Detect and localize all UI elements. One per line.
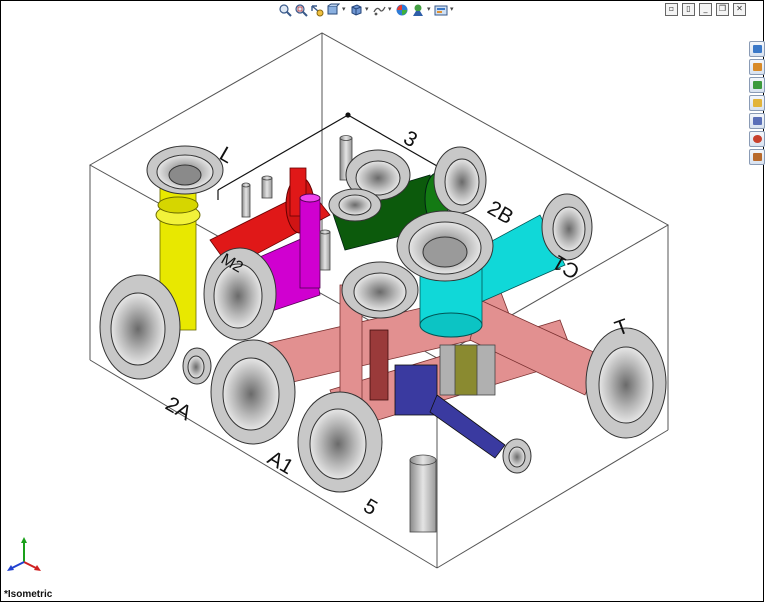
- port-label-2B: 2B: [484, 196, 518, 229]
- port-center-small: [341, 261, 419, 319]
- port-C1: [541, 193, 593, 261]
- port-2B: [433, 146, 487, 214]
- model-viewport[interactable]: L 3 2B C1 T 2A A1 5 M2: [0, 0, 766, 604]
- port-L: [146, 145, 224, 195]
- port-label-3: 3: [400, 126, 422, 152]
- port-A1: [210, 339, 296, 445]
- port-small-gauge: [182, 347, 212, 385]
- port-small-top: [328, 188, 382, 222]
- port-5: [297, 391, 383, 493]
- port-label-A1: A1: [264, 446, 298, 479]
- port-navy-end: [502, 438, 532, 474]
- port-2A: [99, 274, 181, 380]
- port-T: [585, 327, 667, 439]
- port-top-center: [396, 210, 494, 282]
- port-label-5: 5: [360, 494, 382, 520]
- reference-triad-icon: [7, 537, 41, 571]
- view-orientation-name: *Isometric: [4, 589, 53, 600]
